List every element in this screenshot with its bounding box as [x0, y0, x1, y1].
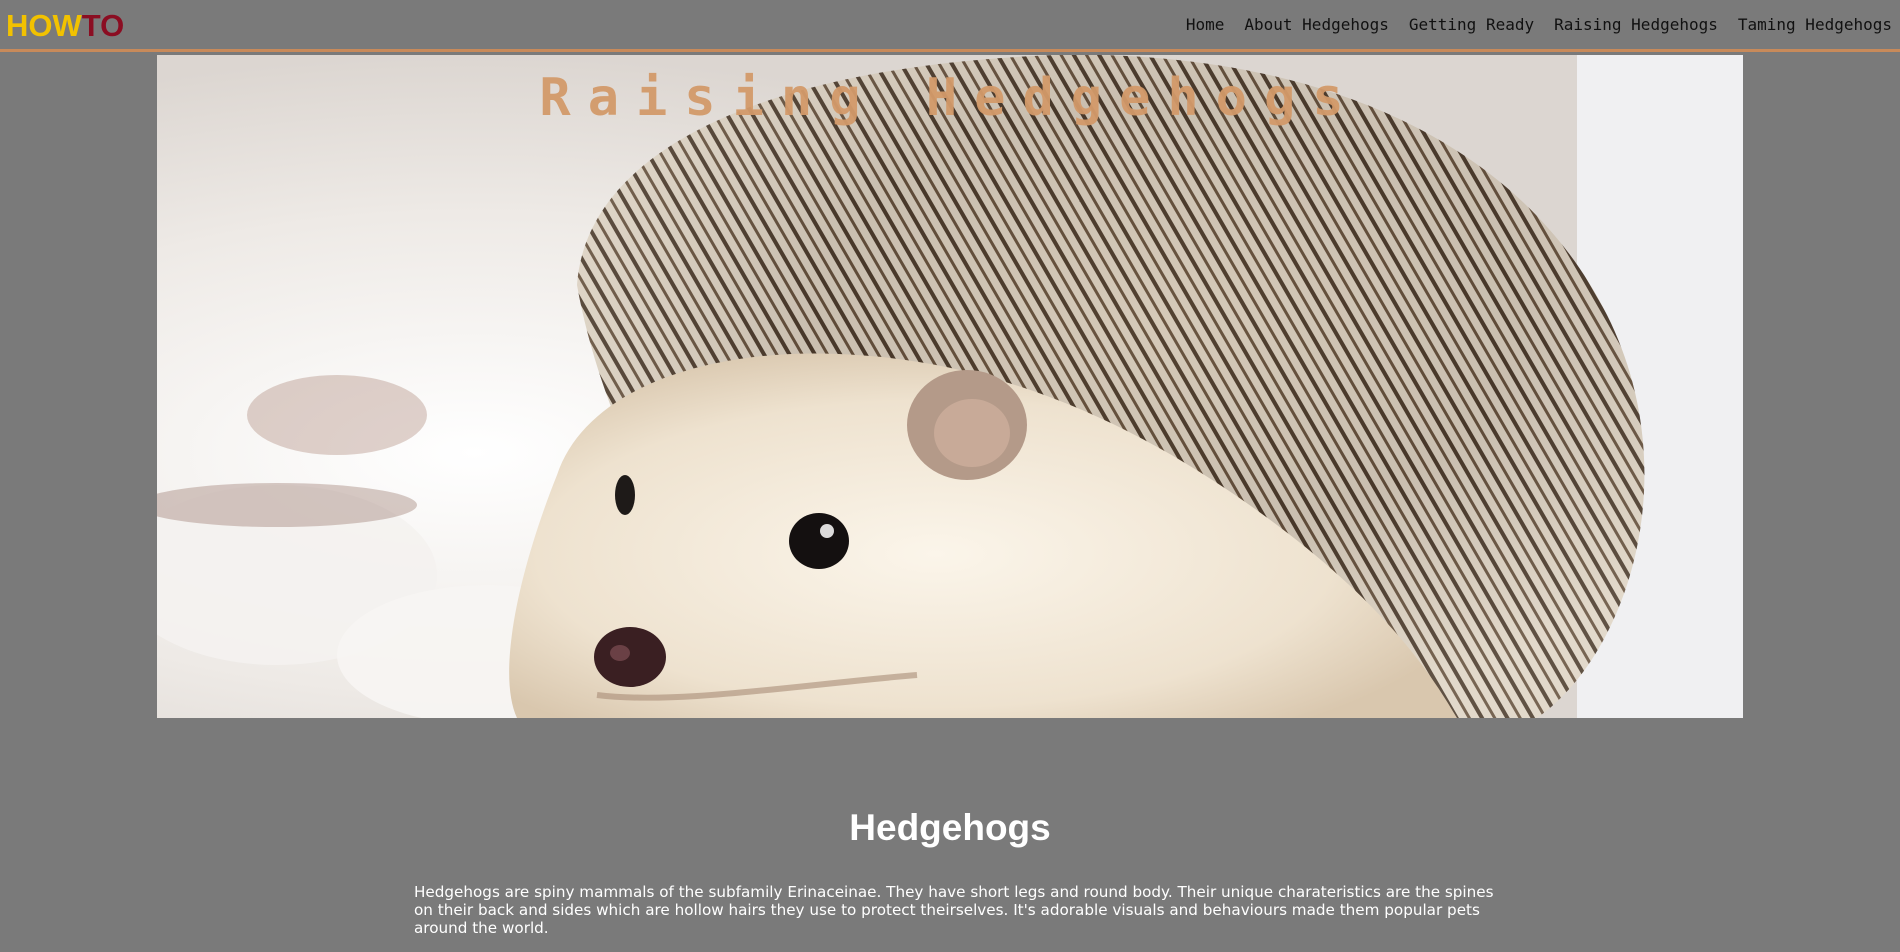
logo-to: TO — [81, 8, 125, 43]
section-title: Hedgehogs — [849, 807, 1051, 848]
hedgehog-photo-icon — [157, 55, 1743, 718]
top-navbar: HOWTO Home About Hedgehogs Getting Ready… — [0, 0, 1900, 52]
nav-taming-hedgehogs[interactable]: Taming Hedgehogs — [1728, 14, 1900, 36]
logo[interactable]: HOWTO — [6, 8, 124, 44]
nav-getting-ready[interactable]: Getting Ready — [1399, 14, 1544, 36]
nav-raising-hedgehogs[interactable]: Raising Hedgehogs — [1544, 14, 1728, 36]
hero-title: Raising Hedgehogs — [539, 68, 1361, 128]
logo-how: HOW — [6, 8, 82, 43]
hero-banner: Raising Hedgehogs — [157, 55, 1743, 718]
nav-about-hedgehogs[interactable]: About Hedgehogs — [1234, 14, 1399, 36]
nav-links: Home About Hedgehogs Getting Ready Raisi… — [1176, 14, 1900, 36]
nav-home[interactable]: Home — [1176, 14, 1235, 36]
section-paragraph: Hedgehogs are spiny mammals of the subfa… — [414, 883, 1494, 937]
